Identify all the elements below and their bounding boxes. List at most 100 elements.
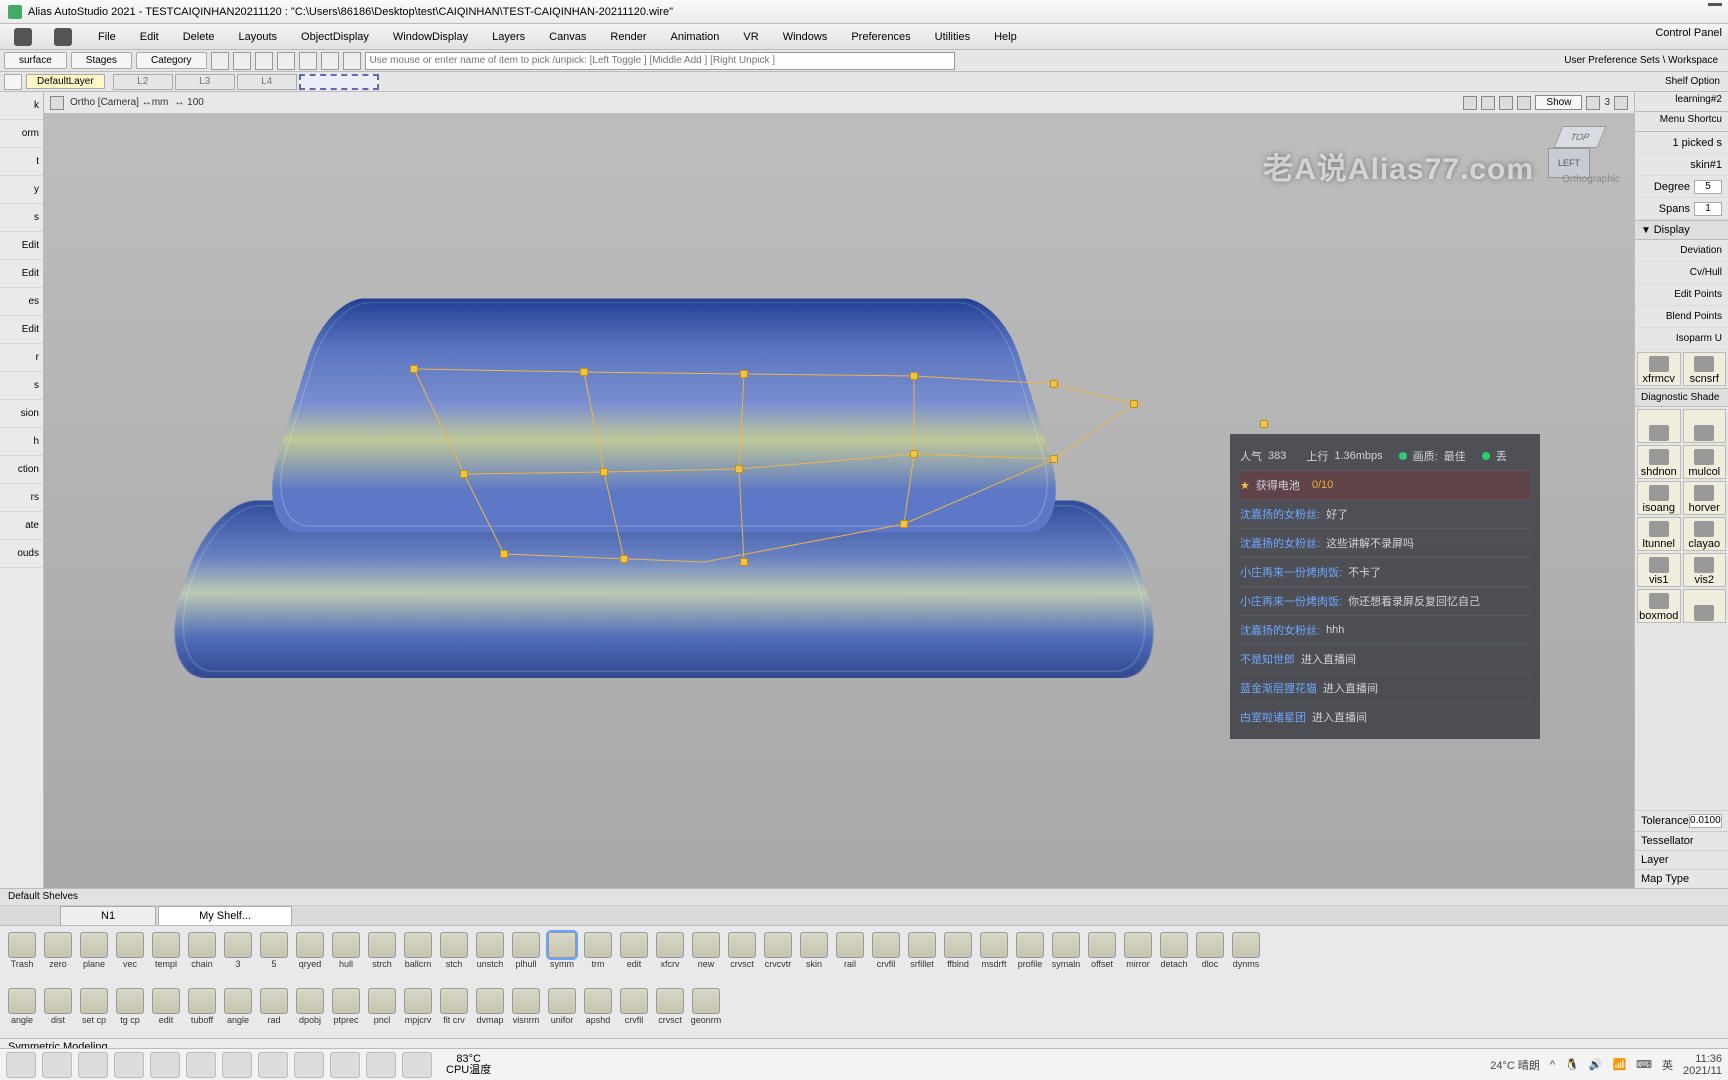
tool-crvsct[interactable]: crvsct <box>724 930 760 978</box>
tool-tuboff[interactable]: tuboff <box>184 986 220 1034</box>
left-item-3[interactable]: y <box>0 176 43 204</box>
left-item-10[interactable]: s <box>0 372 43 400</box>
taskbar-app-12[interactable] <box>402 1052 432 1078</box>
left-item-0[interactable]: k <box>0 92 43 120</box>
tool-ptprec[interactable]: ptprec <box>328 986 364 1034</box>
tool-fit crv[interactable]: fit crv <box>436 986 472 1034</box>
tab-myshelf[interactable]: My Shelf... <box>158 906 292 925</box>
tool-visnrm[interactable]: visnrm <box>508 986 544 1034</box>
left-item-4[interactable]: s <box>0 204 43 232</box>
tool-zero[interactable]: zero <box>40 930 76 978</box>
tool-skin[interactable]: skin <box>796 930 832 978</box>
tool-angle[interactable]: angle <box>220 986 256 1034</box>
shade-empty[interactable] <box>1683 409 1727 443</box>
tool-edit[interactable]: edit <box>148 986 184 1034</box>
tool-Trash[interactable]: Trash <box>4 930 40 978</box>
taskbar-app-6[interactable] <box>186 1052 216 1078</box>
toolbar-btn-f[interactable] <box>321 52 339 70</box>
spans-input[interactable] <box>1694 202 1722 216</box>
viewcube-top[interactable]: TOP <box>1554 126 1607 148</box>
viewport-3d[interactable]: TOP LEFT Orthographic 老A说Alias77.com 人气 … <box>44 114 1634 888</box>
tool-geonrm[interactable]: geonrm <box>688 986 724 1034</box>
shade-shdnon[interactable]: shdnon <box>1637 445 1681 479</box>
toolbar-btn-d[interactable] <box>277 52 295 70</box>
toolbar-btn-a[interactable] <box>211 52 229 70</box>
tool-templ[interactable]: templ <box>148 930 184 978</box>
cv-point[interactable] <box>900 520 908 528</box>
cv-point[interactable] <box>740 370 748 378</box>
tool-ffblnd[interactable]: ffblnd <box>940 930 976 978</box>
tool-dpobj[interactable]: dpobj <box>292 986 328 1034</box>
layer-slot-2[interactable]: L2 <box>113 74 173 90</box>
menu-icon-1[interactable] <box>6 26 40 48</box>
cv-point[interactable] <box>580 368 588 376</box>
cv-point[interactable] <box>735 465 743 473</box>
menu-layers[interactable]: Layers <box>480 27 537 47</box>
left-item-6[interactable]: Edit <box>0 260 43 288</box>
tool-detach[interactable]: detach <box>1156 930 1192 978</box>
clock[interactable]: 11:362021/11 <box>1683 1053 1722 1077</box>
tool-3[interactable]: 3 <box>220 930 256 978</box>
cv-point[interactable] <box>1130 400 1138 408</box>
tool-plane[interactable]: plane <box>76 930 112 978</box>
taskbar-app-5[interactable] <box>150 1052 180 1078</box>
tool-pncl[interactable]: pncl <box>364 986 400 1034</box>
display-opt-isoparmu[interactable]: Isoparm U <box>1635 328 1728 350</box>
cv-point[interactable] <box>1050 380 1058 388</box>
minimize-button[interactable] <box>1708 3 1722 6</box>
view-chip-1[interactable] <box>50 96 64 110</box>
tool-plhull[interactable]: plhull <box>508 930 544 978</box>
view-btn-b[interactable] <box>1481 96 1495 110</box>
menu-canvas[interactable]: Canvas <box>537 27 598 47</box>
left-item-13[interactable]: ction <box>0 456 43 484</box>
shade-vis2[interactable]: vis2 <box>1683 553 1727 587</box>
menu-windows[interactable]: Windows <box>771 27 840 47</box>
shade-empty[interactable] <box>1683 589 1727 623</box>
tool-set cp[interactable]: set cp <box>76 986 112 1034</box>
left-item-8[interactable]: Edit <box>0 316 43 344</box>
mode-surface[interactable]: surface <box>4 52 67 69</box>
view-btn-f[interactable] <box>1614 96 1628 110</box>
menu-windowdisplay[interactable]: WindowDisplay <box>381 27 480 47</box>
layer-slot-5[interactable] <box>299 74 379 90</box>
shade-boxmod[interactable]: boxmod <box>1637 589 1681 623</box>
left-item-1[interactable]: orm <box>0 120 43 148</box>
tool-apshd[interactable]: apshd <box>580 986 616 1034</box>
tool-5[interactable]: 5 <box>256 930 292 978</box>
shade-xfrmcv[interactable]: xfrmcv <box>1637 352 1681 386</box>
display-opt-blendpoints[interactable]: Blend Points <box>1635 306 1728 328</box>
left-item-12[interactable]: h <box>0 428 43 456</box>
left-item-11[interactable]: sion <box>0 400 43 428</box>
taskbar-app-3[interactable] <box>78 1052 108 1078</box>
view-btn-a[interactable] <box>1463 96 1477 110</box>
shade-vis1[interactable]: vis1 <box>1637 553 1681 587</box>
tool-profile[interactable]: profile <box>1012 930 1048 978</box>
tray-keyboard-icon[interactable]: ⌨ <box>1636 1058 1652 1071</box>
toolbar-btn-c[interactable] <box>255 52 273 70</box>
cv-point[interactable] <box>500 550 508 558</box>
taskbar-app-2[interactable] <box>42 1052 72 1078</box>
tray-qq-icon[interactable]: 🐧 <box>1565 1058 1579 1071</box>
taskbar-app-10[interactable] <box>330 1052 360 1078</box>
tool-hull[interactable]: hull <box>328 930 364 978</box>
left-item-2[interactable]: t <box>0 148 43 176</box>
shade-ltunnel[interactable]: ltunnel <box>1637 517 1681 551</box>
menu-vr[interactable]: VR <box>731 27 770 47</box>
tool-dynms[interactable]: dynms <box>1228 930 1264 978</box>
menu-animation[interactable]: Animation <box>659 27 732 47</box>
layerprop-row[interactable]: Layer <box>1635 850 1728 869</box>
tool-tg cp[interactable]: tg cp <box>112 986 148 1034</box>
tessellator-row[interactable]: Tessellator <box>1635 831 1728 850</box>
shade-clayao[interactable]: clayao <box>1683 517 1727 551</box>
view-btn-c[interactable] <box>1499 96 1513 110</box>
cv-point[interactable] <box>410 365 418 373</box>
left-item-16[interactable]: ouds <box>0 540 43 568</box>
tool-offset[interactable]: offset <box>1084 930 1120 978</box>
cv-point[interactable] <box>1050 455 1058 463</box>
menu-help[interactable]: Help <box>982 27 1029 47</box>
tool-crvcvtr[interactable]: crvcvtr <box>760 930 796 978</box>
diag-shade-section[interactable]: Diagnostic Shade <box>1635 388 1728 407</box>
tool-dist[interactable]: dist <box>40 986 76 1034</box>
tool-stch[interactable]: stch <box>436 930 472 978</box>
menu-objectdisplay[interactable]: ObjectDisplay <box>289 27 381 47</box>
